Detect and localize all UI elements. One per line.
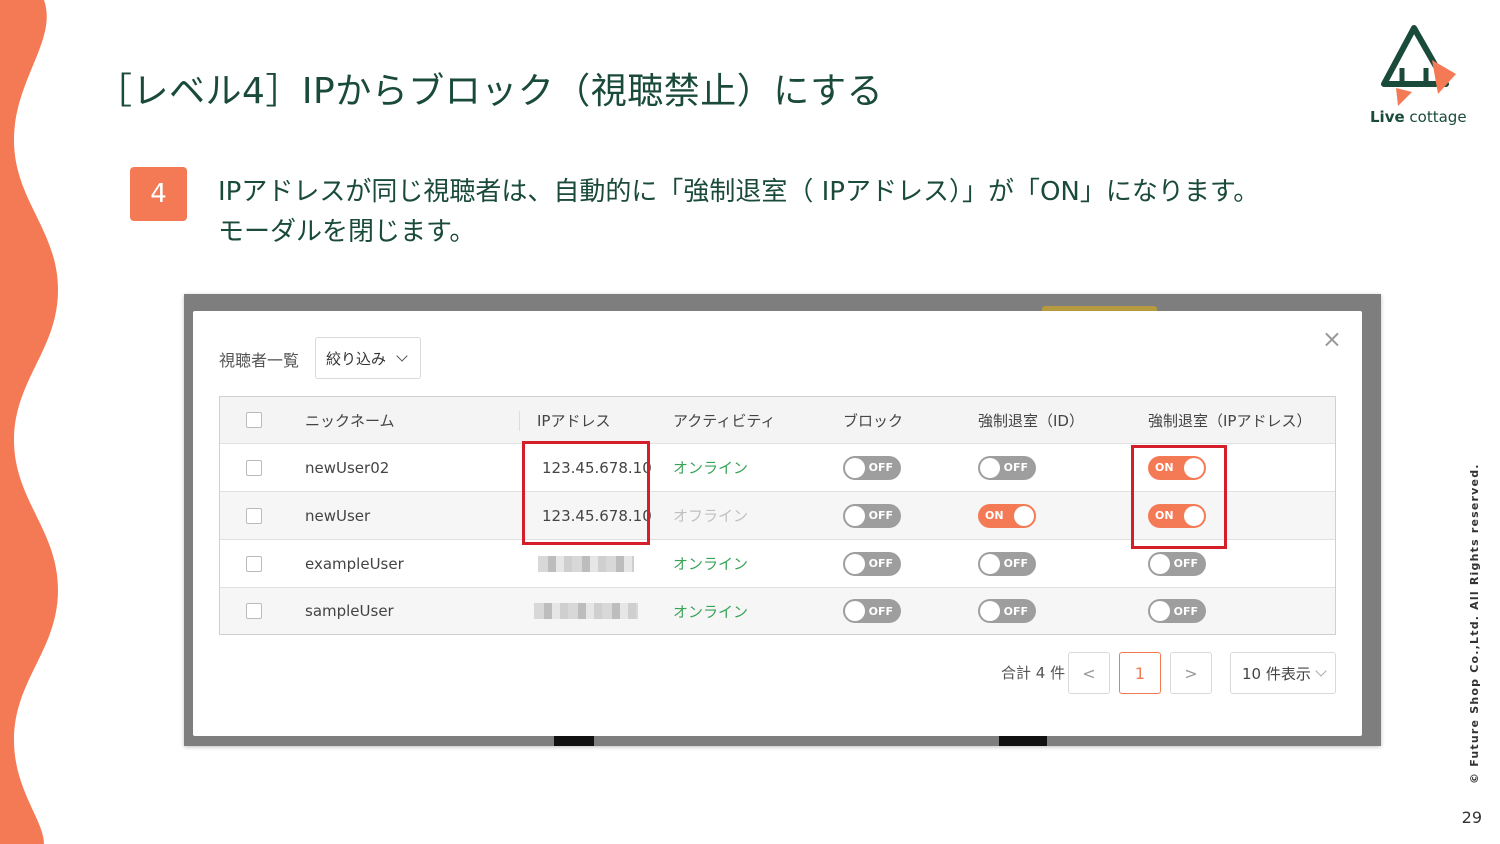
kick-id-toggle[interactable]: OFF [978, 455, 1036, 480]
row-checkbox[interactable] [246, 459, 262, 476]
block-toggle[interactable]: OFF [843, 503, 901, 528]
kick-ip-toggle[interactable]: OFF [1148, 551, 1206, 576]
kick-id-cell: OFF [978, 444, 1036, 491]
filter-label: 絞り込み [326, 349, 387, 368]
chevron-down-icon [1315, 665, 1327, 677]
row-checkbox[interactable] [246, 555, 262, 572]
step-number-badge: 4 [130, 167, 187, 221]
kick-id-toggle[interactable]: ON [978, 503, 1036, 528]
chevron-down-icon [396, 350, 408, 362]
block-cell: OFF [843, 444, 901, 491]
column-header-activity: アクティビティ [673, 411, 776, 430]
toggle-knob [1150, 601, 1170, 621]
nickname-cell: newUser [305, 506, 371, 525]
block-toggle[interactable]: OFF [843, 455, 901, 480]
redacted-ip [534, 603, 638, 619]
ip-cell-redacted [534, 588, 638, 634]
kick-id-toggle[interactable]: OFF [978, 551, 1036, 576]
toggle-knob [845, 601, 865, 621]
row-checkbox[interactable] [246, 603, 262, 619]
live-cottage-logo: Live cottage [1368, 22, 1468, 130]
toggle-knob [1150, 553, 1170, 574]
activity-cell: オフライン [673, 507, 749, 525]
table-header-row: ニックネーム IPアドレス アクティビティ ブロック 強制退室（ID） 強制退室… [220, 397, 1335, 444]
close-icon[interactable]: × [1322, 327, 1342, 351]
select-all-cell [246, 397, 262, 443]
decorative-wave [0, 0, 58, 844]
kick-id-cell: OFF [978, 588, 1036, 634]
viewer-list-modal: × 視聴者一覧 絞り込み ニックネーム IPアドレス アクティビティ ブロック … [193, 311, 1362, 736]
filter-dropdown[interactable]: 絞り込み [315, 337, 421, 379]
table-row: sampleUser オンライン OFF OFF OFF [220, 588, 1335, 634]
modal-title: 視聴者一覧 [219, 351, 300, 370]
column-divider [519, 411, 520, 431]
prev-page-button[interactable]: < [1068, 652, 1110, 694]
nickname-cell: sampleUser [305, 602, 394, 620]
toggle-knob [845, 553, 865, 574]
step-instruction: IPアドレスが同じ視聴者は、自動的に「強制退室（ IPアドレス）」が「ON」にな… [218, 172, 1259, 252]
page-1-button[interactable]: 1 [1119, 652, 1161, 694]
kick-id-cell: OFF [978, 540, 1036, 587]
activity-cell: オンライン [673, 459, 749, 477]
column-header-nickname: ニックネーム [305, 411, 395, 430]
row-select-cell [246, 492, 262, 539]
block-toggle[interactable]: OFF [843, 599, 901, 623]
column-header-kick-ip: 強制退室（IPアドレス） [1148, 411, 1312, 430]
step-line-2: モーダルを閉じます。 [218, 217, 476, 247]
activity-cell: オンライン [673, 555, 749, 573]
block-cell: OFF [843, 588, 901, 634]
activity-cell: オンライン [673, 602, 749, 621]
column-header-kick-id: 強制退室（ID） [978, 411, 1084, 430]
next-page-button[interactable]: > [1170, 652, 1212, 694]
toggle-knob [845, 457, 865, 478]
toggle-knob [845, 505, 865, 526]
app-screenshot: × 視聴者一覧 絞り込み ニックネーム IPアドレス アクティビティ ブロック … [184, 294, 1381, 746]
block-cell: OFF [843, 540, 901, 587]
kick-ip-toggle[interactable]: OFF [1148, 599, 1206, 623]
nickname-cell: newUser02 [305, 458, 390, 477]
block-cell: OFF [843, 492, 901, 539]
column-header-ip: IPアドレス [537, 411, 611, 430]
ip-highlight-box [522, 441, 650, 545]
column-header-block: ブロック [843, 411, 904, 430]
block-toggle[interactable]: OFF [843, 551, 901, 576]
row-select-cell [246, 540, 262, 587]
per-page-select[interactable]: 10 件表示 [1230, 652, 1336, 694]
ip-cell-redacted [538, 540, 634, 587]
kick-ip-cell: OFF [1148, 588, 1206, 634]
house-logo-icon [1381, 25, 1456, 106]
copyright-notice: © Future Shop Co.,Ltd. All Rights reserv… [1468, 463, 1481, 784]
kick-ip-highlight-box [1131, 445, 1227, 549]
toggle-knob [1014, 505, 1034, 526]
page-number: 29 [1461, 808, 1482, 827]
nickname-cell: exampleUser [305, 554, 404, 573]
step-line-1: IPアドレスが同じ視聴者は、自動的に「強制退室（ IPアドレス）」が「ON」にな… [218, 177, 1260, 207]
per-page-label: 10 件表示 [1242, 664, 1311, 683]
select-all-checkbox[interactable] [246, 412, 262, 428]
toggle-knob [980, 457, 1000, 478]
row-checkbox[interactable] [246, 507, 262, 524]
page-title: ［レベル4］IPからブロック（視聴禁止）にする [96, 71, 884, 112]
logo-text: Live cottage [1370, 108, 1467, 126]
row-select-cell [246, 444, 262, 491]
redacted-ip [538, 555, 634, 572]
row-select-cell [246, 588, 262, 634]
toggle-knob [980, 553, 1000, 574]
pagination-total: 合計 4 件 [1001, 664, 1066, 682]
toggle-knob [980, 601, 1000, 621]
kick-id-toggle[interactable]: OFF [978, 599, 1036, 623]
kick-id-cell: ON [978, 492, 1036, 539]
